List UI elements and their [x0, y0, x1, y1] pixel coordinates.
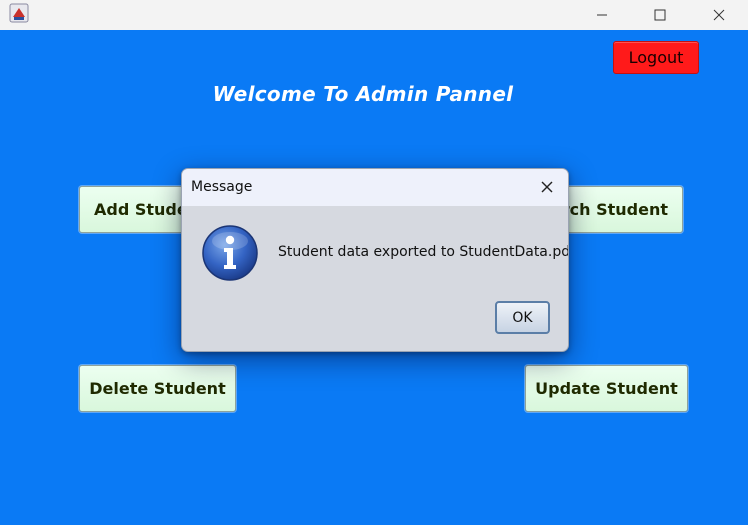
- dialog-message: Student data exported to StudentData.pdf…: [278, 244, 569, 260]
- java-app-icon: [9, 3, 29, 23]
- window-titlebar: [0, 0, 748, 30]
- message-dialog: Message Student data exported to Student…: [181, 168, 569, 352]
- maximize-icon: [654, 6, 666, 25]
- minimize-icon: [596, 6, 608, 25]
- logout-button[interactable]: Logout: [613, 41, 699, 74]
- dialog-title: Message: [191, 179, 253, 195]
- close-icon: [713, 6, 725, 25]
- page-title: Welcome To Admin Pannel: [212, 82, 514, 106]
- update-student-button[interactable]: Update Student: [525, 365, 688, 412]
- dialog-titlebar: Message: [182, 169, 568, 206]
- close-icon: [540, 179, 554, 198]
- window-close-button[interactable]: [690, 0, 748, 30]
- ok-button[interactable]: OK: [495, 301, 550, 334]
- info-icon: [201, 224, 259, 282]
- minimize-button[interactable]: [573, 0, 631, 30]
- maximize-button[interactable]: [631, 0, 689, 30]
- dialog-close-button[interactable]: [536, 177, 558, 199]
- delete-student-button[interactable]: Delete Student: [79, 365, 236, 412]
